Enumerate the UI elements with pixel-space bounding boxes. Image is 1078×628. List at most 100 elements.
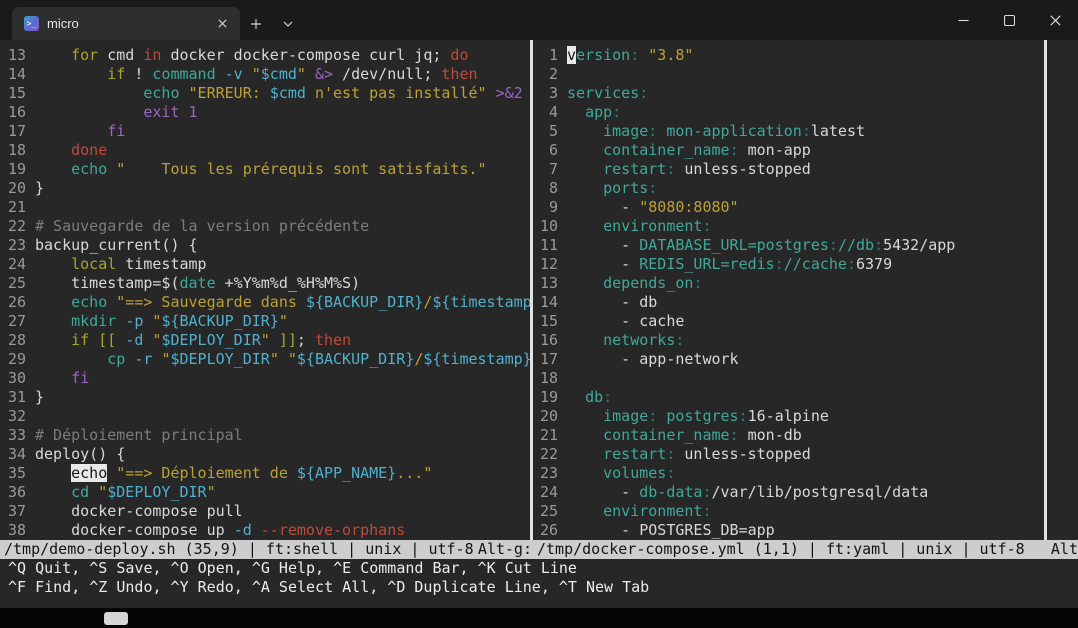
code-line[interactable]: 30 fi [8, 369, 530, 388]
code-line[interactable]: 10 environment: [540, 217, 1078, 236]
line-number: 18 [540, 369, 558, 388]
code-line[interactable]: 15 echo "ERREUR: $cmd n'est pas installé… [8, 84, 530, 103]
code-text: for cmd in docker docker-compose curl jq… [35, 46, 468, 64]
code-line[interactable]: 11 - DATABASE_URL=postgres://db:5432/app [540, 236, 1078, 255]
maximize-button[interactable] [986, 0, 1032, 40]
status-file-left: /tmp/demo-deploy.sh (35,9) | ft:shell | … [4, 540, 474, 559]
close-button[interactable] [1032, 0, 1078, 40]
minimize-button[interactable] [940, 0, 986, 40]
split-divider-scrollbar[interactable] [530, 40, 533, 540]
taskbar-icon-fragment[interactable] [104, 612, 128, 625]
code-line[interactable]: 18 done [8, 141, 530, 160]
code-line[interactable]: 13 depends_on: [540, 274, 1078, 293]
code-line[interactable]: 21 container_name: mon-db [540, 426, 1078, 445]
tab-dropdown-button[interactable] [272, 7, 304, 40]
code-line[interactable]: 24 local timestamp [8, 255, 530, 274]
maximize-icon [1004, 15, 1015, 26]
statusbar: /tmp/demo-deploy.sh (35,9) | ft:shell | … [0, 540, 1078, 559]
code-line[interactable]: 5 image: mon-application:latest [540, 122, 1078, 141]
tab-close-icon[interactable] [212, 14, 232, 34]
code-line[interactable]: 16 exit 1 [8, 103, 530, 122]
minimize-icon [958, 15, 969, 26]
code-line[interactable]: 8 ports: [540, 179, 1078, 198]
code-line[interactable]: 36 cd "$DEPLOY_DIR" [8, 483, 530, 502]
code-line[interactable]: 22 restart: unless-stopped [540, 445, 1078, 464]
code-text: volumes: [567, 464, 675, 482]
tab-micro[interactable]: >_ micro [12, 7, 240, 40]
code-text: fi [35, 369, 89, 387]
code-line[interactable]: 28 if [[ -d "$DEPLOY_DIR" ]]; then [8, 331, 530, 350]
code-text: image: mon-application:latest [567, 122, 865, 140]
code-line[interactable]: 24 - db-data:/var/lib/postgresql/data [540, 483, 1078, 502]
line-number: 1 [540, 46, 558, 65]
code-line[interactable]: 3services: [540, 84, 1078, 103]
code-text: mkdir -p "${BACKUP_DIR}" [35, 312, 288, 330]
line-number: 18 [8, 141, 26, 160]
code-line[interactable]: 21 [8, 198, 530, 217]
code-line[interactable]: 25 timestamp=$(date +%Y%m%d_%H%M%S) [8, 274, 530, 293]
titlebar-drag-region[interactable] [304, 0, 940, 40]
code-line[interactable]: 7 restart: unless-stopped [540, 160, 1078, 179]
line-number: 28 [8, 331, 26, 350]
help-line-2: ^F Find, ^Z Undo, ^Y Redo, ^A Select All… [8, 578, 1078, 597]
code-line[interactable]: 17 - app-network [540, 350, 1078, 369]
titlebar[interactable]: >_ micro [0, 0, 1078, 40]
code-line[interactable]: 19 echo " Tous les prérequis sont satisf… [8, 160, 530, 179]
code-line[interactable]: 18 [540, 369, 1078, 388]
code-line[interactable]: 19 db: [540, 388, 1078, 407]
code-line[interactable]: 35 echo "==> Déploiement de ${APP_NAME}.… [8, 464, 530, 483]
right-pane-scrollbar[interactable] [1044, 40, 1047, 540]
code-line[interactable]: 31} [8, 388, 530, 407]
line-number: 24 [540, 483, 558, 502]
line-number: 26 [8, 293, 26, 312]
code-line[interactable]: 33# Déploiement principal [8, 426, 530, 445]
code-line[interactable]: 17 fi [8, 122, 530, 141]
code-line[interactable]: 13 for cmd in docker docker-compose curl… [8, 46, 530, 65]
code-text: fi [35, 122, 125, 140]
code-line[interactable]: 32 [8, 407, 530, 426]
line-number: 6 [540, 141, 558, 160]
code-line[interactable]: 14 if ! command -v "$cmd" &> /dev/null; … [8, 65, 530, 84]
new-tab-button[interactable] [240, 7, 272, 40]
code-line[interactable]: 14 - db [540, 293, 1078, 312]
code-line[interactable]: 23 volumes: [540, 464, 1078, 483]
code-line[interactable]: 1version: "3.8" [540, 46, 1078, 65]
plus-icon [250, 18, 262, 30]
line-number: 31 [8, 388, 26, 407]
code-line[interactable]: 25 environment: [540, 502, 1078, 521]
code-line[interactable]: 16 networks: [540, 331, 1078, 350]
code-line[interactable]: 2 [540, 65, 1078, 84]
line-number: 2 [540, 65, 558, 84]
code-text: restart: unless-stopped [567, 160, 811, 178]
line-number: 17 [8, 122, 26, 141]
code-line[interactable]: 9 - "8080:8080" [540, 198, 1078, 217]
code-line[interactable]: 34deploy() { [8, 445, 530, 464]
code-line[interactable]: 15 - cache [540, 312, 1078, 331]
tab-title: micro [47, 16, 204, 31]
line-number: 34 [8, 445, 26, 464]
code-text: docker-compose pull [35, 502, 243, 520]
statusbar-left-pane: /tmp/demo-deploy.sh (35,9) | ft:shell | … [0, 540, 533, 559]
code-line[interactable]: 12 - REDIS_URL=redis://cache:6379 [540, 255, 1078, 274]
editor-pane-shell[interactable]: 13 for cmd in docker docker-compose curl… [0, 46, 530, 540]
code-line[interactable]: 26 - POSTGRES_DB=app [540, 521, 1078, 540]
code-line[interactable]: 20 image: postgres:16-alpine [540, 407, 1078, 426]
code-text: backup_current() { [35, 236, 198, 254]
code-text: - cache [567, 312, 684, 330]
code-line[interactable]: 27 mkdir -p "${BACKUP_DIR}" [8, 312, 530, 331]
code-line[interactable]: 22# Sauvegarde de la version précédente [8, 217, 530, 236]
code-line[interactable]: 23backup_current() { [8, 236, 530, 255]
code-line[interactable]: 26 echo "==> Sauvegarde dans ${BACKUP_DI… [8, 293, 530, 312]
help-line-1: ^Q Quit, ^S Save, ^O Open, ^G Help, ^E C… [8, 559, 1078, 578]
code-line[interactable]: 20} [8, 179, 530, 198]
line-number: 14 [540, 293, 558, 312]
code-line[interactable]: 37 docker-compose pull [8, 502, 530, 521]
line-number: 35 [8, 464, 26, 483]
line-number: 5 [540, 122, 558, 141]
code-line[interactable]: 4 app: [540, 103, 1078, 122]
code-line[interactable]: 6 container_name: mon-app [540, 141, 1078, 160]
code-line[interactable]: 38 docker-compose up -d --remove-orphans [8, 521, 530, 540]
code-line[interactable]: 29 cp -r "$DEPLOY_DIR" "${BACKUP_DIR}/${… [8, 350, 530, 369]
editor-pane-yaml[interactable]: 1version: "3.8"23services:4 app:5 image:… [534, 46, 1078, 540]
line-number: 10 [540, 217, 558, 236]
